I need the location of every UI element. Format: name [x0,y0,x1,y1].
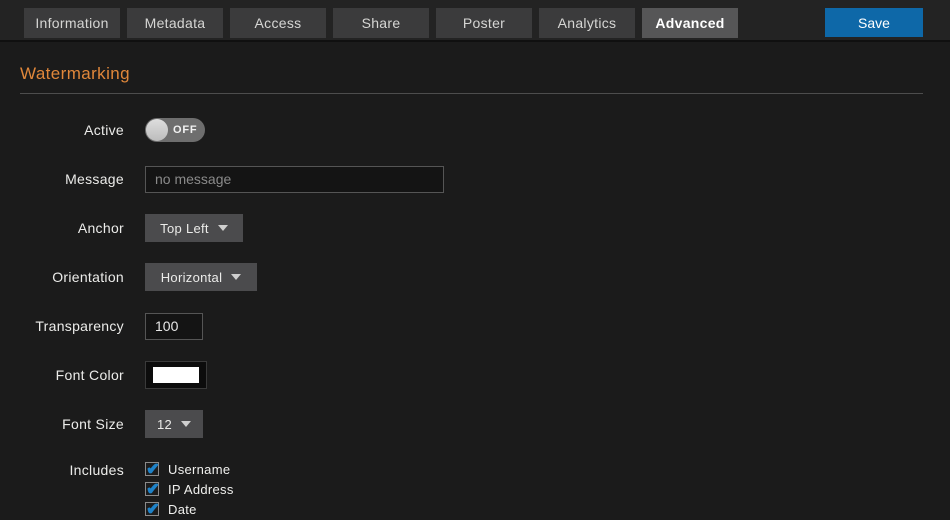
checkbox-checked-icon[interactable] [145,482,159,496]
row-font-size: Font Size 12 [20,410,930,438]
font-color-label: Font Color [20,367,124,383]
transparency-input[interactable] [145,313,203,340]
row-includes: Includes Username IP Address Date [20,459,930,519]
anchor-dropdown[interactable]: Top Left [145,214,243,242]
row-orientation: Orientation Horizontal [20,263,930,291]
row-anchor: Anchor Top Left [20,214,930,242]
anchor-value: Top Left [160,221,209,236]
transparency-label: Transparency [20,318,124,334]
chevron-down-icon [181,421,191,427]
orientation-value: Horizontal [161,270,223,285]
active-toggle[interactable]: OFF [145,118,205,142]
tab-analytics[interactable]: Analytics [539,8,635,38]
chevron-down-icon [218,225,228,231]
checkbox-username[interactable]: Username [145,459,234,479]
watermarking-form: Active OFF Message Anchor Top Left [20,116,930,519]
orientation-label: Orientation [20,269,124,285]
active-label: Active [20,122,124,138]
row-message: Message [20,165,930,193]
section-title: Watermarking [20,64,930,84]
anchor-label: Anchor [20,220,124,236]
tab-metadata[interactable]: Metadata [127,8,223,38]
font-size-dropdown[interactable]: 12 [145,410,203,438]
tab-information[interactable]: Information [24,8,120,38]
tab-bar: Information Metadata Access Share Poster… [0,0,950,42]
advanced-panel: Watermarking Active OFF Message Anchor [0,64,950,519]
font-size-label: Font Size [20,416,124,432]
checkbox-date-label: Date [168,502,197,517]
save-button[interactable]: Save [825,8,923,37]
chevron-down-icon [231,274,241,280]
toggle-state-label: OFF [173,124,197,136]
includes-label: Includes [20,462,124,478]
row-font-color: Font Color [20,361,930,389]
toggle-knob-icon [146,119,168,141]
row-active: Active OFF [20,116,930,144]
checkbox-username-label: Username [168,462,230,477]
includes-checkbox-list: Username IP Address Date [145,459,234,519]
tab-access[interactable]: Access [230,8,326,38]
tab-advanced[interactable]: Advanced [642,8,738,38]
checkbox-checked-icon[interactable] [145,462,159,476]
tab-poster[interactable]: Poster [436,8,532,38]
orientation-dropdown[interactable]: Horizontal [145,263,257,291]
font-color-picker[interactable] [145,361,207,389]
message-input[interactable] [145,166,444,193]
checkbox-ip-address[interactable]: IP Address [145,479,234,499]
message-label: Message [20,171,124,187]
section-divider [20,93,923,94]
checkbox-checked-icon[interactable] [145,502,159,516]
checkbox-ip-address-label: IP Address [168,482,234,497]
row-transparency: Transparency [20,312,930,340]
checkbox-date[interactable]: Date [145,499,234,519]
font-color-swatch [153,367,199,383]
tab-share[interactable]: Share [333,8,429,38]
font-size-value: 12 [157,417,172,432]
